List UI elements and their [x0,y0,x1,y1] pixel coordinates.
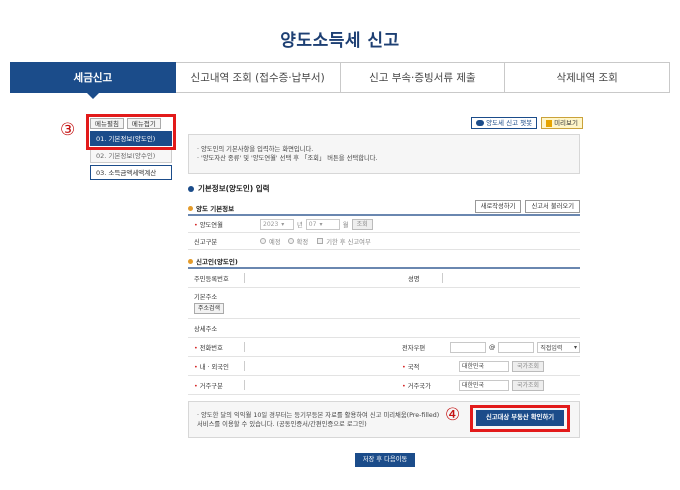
tab-deleted-history[interactable]: 삭제내역 조회 [505,62,670,93]
late-report-checkbox[interactable] [317,238,324,244]
highlight-box-step3 [86,114,176,150]
chatbot-button[interactable]: 양도세 신고 챗봇 [471,117,538,129]
form-row: • 전화번호 전자우편 @ 직접입력 ▾ [188,338,580,357]
tab-attachments[interactable]: 신고 부속·증빙서류 제출 [340,62,506,93]
preview-label: 미리보기 [554,119,578,127]
email-at: @ [489,343,496,351]
phone-input[interactable] [244,342,246,352]
year-select[interactable]: 2023 ▾ [260,218,294,230]
field-label: 전화번호 [199,344,223,352]
reporter-form: 주민등록번호 성명 기본주소 주소검색 상세주소 • 전화번호 전자우편 @ 직접… [188,267,580,395]
load-report-button[interactable]: 신고서 불러오기 [525,200,580,213]
document-icon [546,119,553,127]
query-button[interactable]: 조회 [351,218,373,230]
sub-title-transfer-info: 양도 기본정보 [188,203,234,213]
year-unit: 년 [297,221,303,229]
chat-icon [476,120,485,126]
side-item-income-calc[interactable]: 03. 소득금액세액계산 [90,165,172,180]
section-title: 기본정보(양도인) 입력 [188,183,270,194]
new-form-button[interactable]: 새로작성하기 [474,200,522,213]
tab-tax-report[interactable]: 세금신고 [10,62,176,99]
country-lookup-button[interactable]: 국가조회 [512,360,545,372]
name-input[interactable] [442,273,444,283]
step-4-marker: ④ [445,405,461,425]
nationality-input[interactable]: 대한민국 [459,360,509,372]
side-item-transferee-info[interactable]: 02. 기본정보(양수인) [90,148,172,163]
bullet-icon [188,258,193,264]
email-domain-select[interactable]: 직접입력 ▾ [537,341,580,353]
radio-scheduled[interactable] [260,238,266,244]
address-search-button[interactable]: 주소검색 [194,303,225,314]
resident-country-input[interactable]: 대한민국 [459,379,509,391]
month-select[interactable]: 07 ▾ [305,218,340,230]
bullet-icon [188,205,193,211]
top-button-group: 양도세 신고 챗봇 미리보기 [471,117,583,129]
radio-final[interactable] [287,238,294,244]
field-label: 거주국가 [407,382,431,390]
page-title: 양도소득세 신고 [280,31,400,51]
field-label: 상세주소 [194,325,218,333]
sub-title-text: 양도 기본정보 [196,205,235,213]
field-label: 거주구분 [199,382,223,390]
rrn-input[interactable] [244,273,246,283]
tab-bar: 세금신고 신고내역 조회 (접수증·납부서) 신고 부속·증빙서류 제출 삭제내… [10,62,670,99]
transfer-info-form: • 양도연월 2023 ▾ 년 07 ▾ 월 조회 신고구분 예정 확정 기한 후 신… [188,214,580,250]
bullet-icon [188,185,194,192]
form-row: • 양도연월 2023 ▾ 년 07 ▾ 월 조회 [188,216,580,233]
field-label: 전자우편 [402,344,426,352]
highlight-box-step4 [470,405,570,432]
field-label: • 양도연월 [194,221,223,229]
sub-title-text: 신고인(양도인) [196,258,238,266]
month-unit: 월 [342,221,349,229]
email-id-input[interactable] [450,341,487,353]
form-row: • 거주구분 • 거주국가 대한민국 국가조회 [188,376,580,395]
info-box: · 양도인의 기본사항을 입력하는 화면입니다. · '양도자산 종류' 및 '… [188,134,580,174]
chevron-down-icon: ▾ [281,220,285,228]
resident-type-input[interactable] [244,380,246,390]
field-label: 주민등록번호 [194,275,229,283]
form-row: 신고구분 예정 확정 기한 후 신고여부 [188,233,580,250]
chevron-down-icon: ▾ [319,220,323,228]
form-action-buttons: 새로작성하기 신고서 불러오기 [474,200,580,213]
field-label: 신고구분 [194,238,218,246]
form-row: 상세주소 [188,319,580,338]
country-lookup-button[interactable]: 국가조회 [512,379,545,391]
chevron-down-icon: ▾ [573,343,577,351]
field-label: 국적 [407,363,420,371]
form-row: • 내 · 외국인 • 국적 대한민국 국가조회 [188,357,580,376]
chatbot-label: 양도세 신고 챗봇 [486,119,533,127]
domestic-input[interactable] [244,361,246,371]
form-row: 주민등록번호 성명 [188,269,580,288]
info-line: · '양도자산 종류' 및 '양도연월' 선택 후 「조회」 버튼을 선택합니다… [197,155,378,162]
field-label: 기본주소 [194,294,218,301]
preview-button[interactable]: 미리보기 [541,117,583,129]
section-title-text: 기본정보(양도인) 입력 [198,184,270,193]
field-label: 성명 [408,275,420,283]
field-label: 내 · 외국인 [199,363,229,371]
email-domain-input[interactable] [498,341,535,353]
save-next-button[interactable]: 저장 후 다음이동 [355,453,415,467]
step-3-marker: ③ [60,120,76,140]
info-line: · 양도인의 기본사항을 입력하는 화면입니다. [197,146,314,153]
sub-title-reporter: 신고인(양도인) [188,256,238,266]
tab-report-history[interactable]: 신고내역 조회 (접수증·납부서) [175,62,341,93]
form-row: 기본주소 주소검색 [188,288,580,319]
